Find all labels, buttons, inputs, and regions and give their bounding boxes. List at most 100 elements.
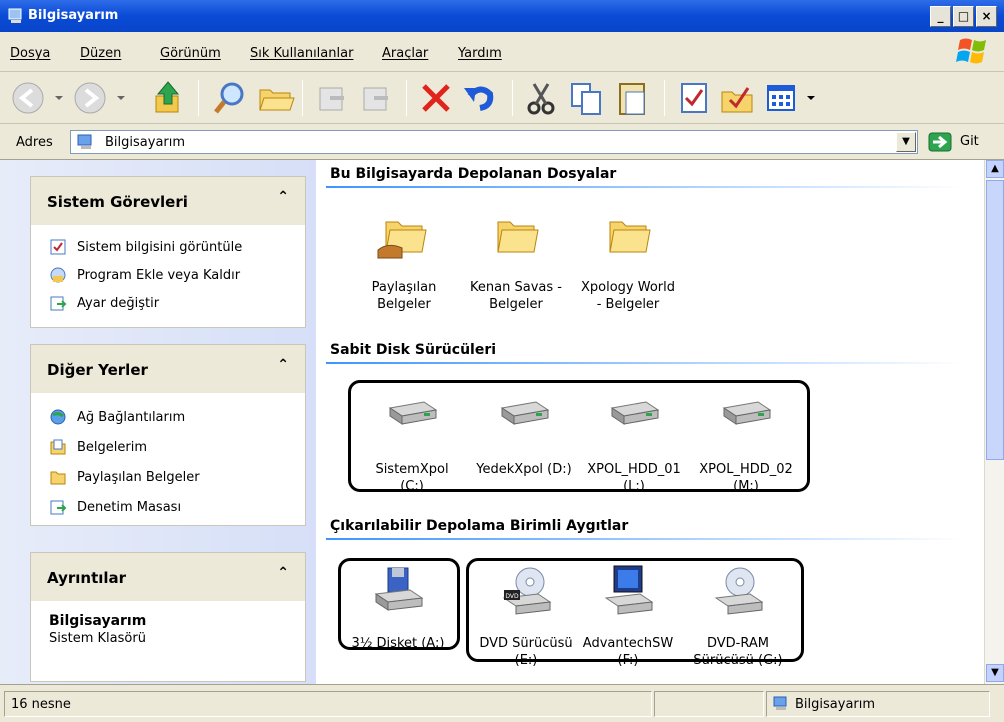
optical-drives-highlight bbox=[466, 558, 804, 662]
details-header[interactable]: Ayrıntılar ⌃ bbox=[31, 553, 305, 601]
toolbar bbox=[0, 72, 1004, 124]
back-dropdown-icon[interactable] bbox=[52, 78, 66, 118]
details-type: Sistem Klasörü bbox=[49, 631, 146, 646]
cut-icon[interactable] bbox=[522, 78, 562, 118]
my-computer-icon bbox=[773, 696, 787, 710]
place-shared-documents[interactable]: Paylaşılan Belgeler bbox=[49, 465, 200, 489]
control-panel-icon bbox=[50, 500, 67, 515]
delete-icon[interactable] bbox=[416, 78, 456, 118]
other-places-title: Diğer Yerler bbox=[47, 361, 148, 379]
search-icon[interactable] bbox=[210, 78, 250, 118]
section-title-files: Bu Bilgisayarda Depolanan Dosyalar bbox=[330, 166, 617, 182]
add-remove-programs-icon bbox=[50, 267, 66, 283]
folders-icon[interactable] bbox=[256, 78, 296, 118]
other-places-header[interactable]: Diğer Yerler ⌃ bbox=[31, 345, 305, 393]
forward-dropdown-icon[interactable] bbox=[114, 78, 128, 118]
window-title: Bilgisayarım bbox=[28, 8, 119, 23]
address-bar: Adres Bilgisayarım ▼ Git bbox=[0, 124, 1004, 160]
menu-dosya[interactable]: Dosya bbox=[10, 46, 50, 61]
task-view-system-info[interactable]: Sistem bilgisini görüntüle bbox=[49, 235, 242, 259]
address-label: Adres bbox=[16, 135, 53, 150]
item-shared-documents[interactable]: Paylaşılan Belgeler bbox=[344, 208, 464, 313]
views-dropdown-icon[interactable] bbox=[804, 78, 818, 118]
toolbar-separator bbox=[198, 80, 199, 116]
place-network-connections[interactable]: Ağ Bağlantılarım bbox=[49, 405, 185, 429]
menu-yardim[interactable]: Yardım bbox=[458, 46, 502, 61]
system-info-icon bbox=[50, 239, 66, 255]
scroll-up-button[interactable]: ▲ bbox=[986, 160, 1004, 178]
file-list-pane: Bu Bilgisayarda Depolanan Dosyalar Payla… bbox=[316, 160, 984, 684]
floppy-highlight bbox=[338, 558, 460, 650]
folder-icon bbox=[497, 221, 539, 253]
up-folder-icon[interactable] bbox=[148, 78, 188, 118]
copy-icon[interactable] bbox=[566, 78, 606, 118]
section-title-removable: Çıkarılabilir Depolama Birimli Aygıtlar bbox=[330, 518, 629, 534]
views-icon[interactable] bbox=[762, 78, 802, 118]
windows-logo-icon bbox=[956, 38, 986, 64]
folder-options-icon[interactable] bbox=[718, 78, 758, 118]
folder-icon bbox=[609, 221, 651, 253]
section-divider bbox=[326, 186, 966, 188]
move-to-icon[interactable] bbox=[312, 78, 352, 118]
task-add-remove-programs[interactable]: Program Ekle veya Kaldır bbox=[49, 263, 240, 287]
status-item-count: 16 nesne bbox=[4, 691, 652, 717]
collapse-chevron-icon[interactable]: ⌃ bbox=[277, 565, 289, 581]
other-places-panel: Diğer Yerler ⌃ Ağ Bağlantılarım Belgeler… bbox=[30, 344, 306, 526]
item-xpology-documents[interactable]: Xpology World - Belgeler bbox=[568, 208, 688, 313]
hard-drives-highlight bbox=[348, 380, 810, 492]
menu-sik-kullanilanlar[interactable]: Sık Kullanılanlar bbox=[250, 46, 353, 61]
place-control-panel[interactable]: Denetim Masası bbox=[49, 495, 181, 519]
paste-icon[interactable] bbox=[612, 78, 652, 118]
section-divider bbox=[326, 362, 966, 364]
vertical-scrollbar[interactable]: ▲ ▼ bbox=[984, 160, 1004, 684]
menu-araclar[interactable]: Araçlar bbox=[382, 46, 428, 61]
copy-to-icon[interactable] bbox=[356, 78, 396, 118]
task-pane: Sistem Görevleri ⌃ Sistem bilgisini görü… bbox=[0, 160, 316, 684]
menu-duzen[interactable]: Düzen bbox=[80, 46, 121, 61]
toolbar-separator bbox=[302, 80, 303, 116]
toolbar-separator bbox=[664, 80, 665, 116]
address-value: Bilgisayarım bbox=[105, 135, 186, 150]
properties-icon[interactable] bbox=[674, 78, 714, 118]
collapse-chevron-icon[interactable]: ⌃ bbox=[277, 189, 289, 205]
network-icon bbox=[50, 409, 66, 425]
control-panel-icon bbox=[50, 296, 67, 311]
status-bar: 16 nesne Bilgisayarım bbox=[0, 684, 1004, 722]
status-location: Bilgisayarım bbox=[766, 691, 990, 717]
back-icon[interactable] bbox=[8, 78, 48, 118]
details-title: Ayrıntılar bbox=[47, 569, 127, 587]
system-tasks-header[interactable]: Sistem Görevleri ⌃ bbox=[31, 177, 305, 225]
system-tasks-panel: Sistem Görevleri ⌃ Sistem bilgisini görü… bbox=[30, 176, 306, 328]
status-empty-field bbox=[654, 691, 764, 717]
title-bar: Bilgisayarım _ □ × bbox=[0, 0, 1004, 32]
my-documents-icon bbox=[50, 439, 66, 455]
shared-folder-icon bbox=[377, 221, 427, 259]
details-name: Bilgisayarım bbox=[49, 613, 147, 629]
toolbar-separator bbox=[512, 80, 513, 116]
details-panel: Ayrıntılar ⌃ Bilgisayarım Sistem Klasörü bbox=[30, 552, 306, 682]
forward-icon[interactable] bbox=[70, 78, 110, 118]
toolbar-separator bbox=[406, 80, 407, 116]
section-divider bbox=[326, 538, 966, 540]
address-input[interactable]: Bilgisayarım bbox=[70, 130, 918, 154]
my-computer-icon bbox=[77, 134, 92, 149]
system-tasks-body: Sistem bilgisini görüntüle Program Ekle … bbox=[31, 225, 305, 327]
scroll-thumb[interactable] bbox=[986, 180, 1004, 460]
close-button[interactable]: × bbox=[976, 6, 997, 27]
go-arrow-icon[interactable] bbox=[928, 132, 952, 152]
scroll-down-button[interactable]: ▼ bbox=[986, 664, 1004, 682]
go-label[interactable]: Git bbox=[960, 134, 979, 149]
collapse-chevron-icon[interactable]: ⌃ bbox=[277, 357, 289, 373]
item-kenan-documents[interactable]: Kenan Savas - Belgeler bbox=[456, 208, 576, 313]
minimize-button[interactable]: _ bbox=[930, 6, 951, 27]
undo-icon[interactable] bbox=[460, 78, 500, 118]
menu-gorunum[interactable]: Görünüm bbox=[160, 46, 221, 61]
task-change-setting[interactable]: Ayar değiştir bbox=[49, 291, 159, 315]
place-my-documents[interactable]: Belgelerim bbox=[49, 435, 147, 459]
menu-bar: Dosya Düzen Görünüm Sık Kullanılanlar Ar… bbox=[0, 32, 1004, 72]
address-dropdown-button[interactable]: ▼ bbox=[896, 132, 916, 152]
details-body: Bilgisayarım Sistem Klasörü bbox=[31, 601, 305, 681]
maximize-button[interactable]: □ bbox=[953, 6, 974, 27]
my-computer-icon bbox=[8, 8, 22, 23]
system-tasks-title: Sistem Görevleri bbox=[47, 193, 188, 211]
